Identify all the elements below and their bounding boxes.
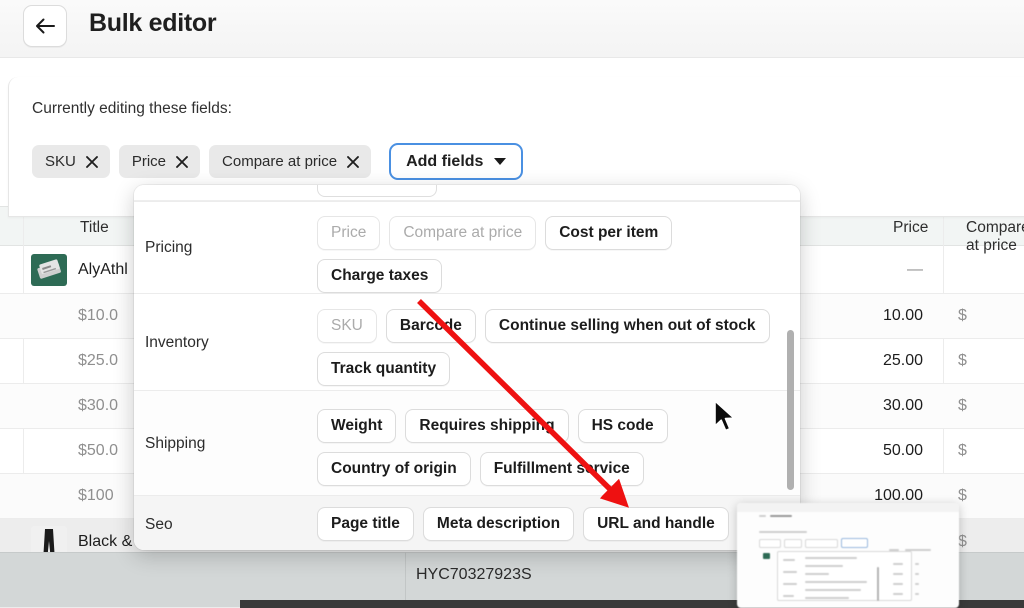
field-option-hs-code[interactable]: HS code <box>577 409 668 443</box>
panel-scrolled-top-edge <box>134 185 800 201</box>
partially-visible-option-button[interactable] <box>317 185 437 197</box>
field-option-continue-selling[interactable]: Continue selling when out of stock <box>484 309 770 343</box>
cell-title: AlyAthl <box>78 261 128 278</box>
cell-price[interactable]: 50.00 <box>843 442 923 460</box>
section-label-shipping: Shipping <box>145 435 206 452</box>
field-option-track-quantity[interactable]: Track quantity <box>317 352 451 386</box>
picture-in-picture-preview[interactable] <box>737 503 959 608</box>
selected-fields-chips: SKU Price Compare at price Add fields <box>32 143 524 180</box>
field-chip-sku[interactable]: SKU <box>32 145 110 178</box>
cell-title: $25.0 <box>78 352 119 369</box>
field-option-price[interactable]: Price <box>317 216 381 250</box>
arrow-left-icon <box>34 17 56 35</box>
chip-label: Compare at price <box>222 153 338 170</box>
cell-compare[interactable]: $ <box>958 533 967 551</box>
sku-value[interactable]: HYC70327923S <box>416 566 532 584</box>
close-icon[interactable] <box>175 155 189 169</box>
field-option-requires-shipping[interactable]: Requires shipping <box>405 409 569 443</box>
dropdown-section-pricing: Pricing Price Compare at price Cost per … <box>134 201 800 293</box>
chevron-down-icon <box>494 158 507 165</box>
cell-title: $10.0 <box>78 307 119 324</box>
section-label-pricing: Pricing <box>145 239 193 256</box>
field-option-compare-at-price[interactable]: Compare at price <box>389 216 537 250</box>
close-icon[interactable] <box>346 155 360 169</box>
product-thumbnail <box>31 254 67 286</box>
top-header-bar: Bulk editor <box>0 0 1024 58</box>
vertical-scrollbar[interactable] <box>787 330 794 490</box>
column-header-price[interactable]: Price <box>893 219 928 237</box>
cell-price[interactable]: — <box>843 261 923 279</box>
field-option-url-and-handle[interactable]: URL and handle <box>583 507 729 541</box>
cell-title: $100 <box>78 487 114 504</box>
editing-fields-label: Currently editing these fields: <box>32 100 232 117</box>
page-title: Bulk editor <box>89 9 217 37</box>
add-fields-dropdown-panel[interactable]: Pricing Price Compare at price Cost per … <box>134 185 800 550</box>
field-option-sku[interactable]: SKU <box>317 309 377 343</box>
chip-label: SKU <box>45 153 76 170</box>
dropdown-section-shipping: Shipping Weight Requires shipping HS cod… <box>134 390 800 495</box>
app-root: Title Price Compare at price AlyAthl — $… <box>0 0 1024 608</box>
section-label-inventory: Inventory <box>145 334 209 351</box>
add-fields-label: Add fields <box>406 152 484 170</box>
mouse-pointer <box>713 400 739 439</box>
add-fields-button[interactable]: Add fields <box>389 143 524 180</box>
table-column-divider <box>405 552 406 600</box>
field-option-cost-per-item[interactable]: Cost per item <box>545 216 673 250</box>
cell-price[interactable]: 10.00 <box>843 307 923 325</box>
chip-label: Price <box>131 153 167 170</box>
cell-title: Black & <box>78 533 133 550</box>
field-option-page-title[interactable]: Page title <box>317 507 414 541</box>
cell-price[interactable]: 25.00 <box>843 352 923 370</box>
column-header-title[interactable]: Title <box>80 219 109 237</box>
field-option-charge-taxes[interactable]: Charge taxes <box>317 259 443 293</box>
cell-compare[interactable]: $ <box>958 487 967 505</box>
field-option-weight[interactable]: Weight <box>317 409 397 443</box>
cell-title: $30.0 <box>78 397 119 414</box>
dropdown-section-seo: Seo Page title Meta description URL and … <box>134 495 800 550</box>
cell-compare[interactable]: $ <box>958 442 967 460</box>
field-option-country-of-origin[interactable]: Country of origin <box>317 452 471 486</box>
field-chip-price[interactable]: Price <box>118 145 201 178</box>
field-chip-compare-at-price[interactable]: Compare at price <box>209 145 372 178</box>
field-option-meta-description[interactable]: Meta description <box>422 507 575 541</box>
dropdown-section-inventory: Inventory SKU Barcode Continue selling w… <box>134 293 800 390</box>
cell-compare[interactable]: $ <box>958 307 967 325</box>
section-label-seo: Seo <box>145 516 173 533</box>
field-option-fulfillment-service[interactable]: Fulfillment service <box>479 452 644 486</box>
cell-compare[interactable]: $ <box>958 352 967 370</box>
field-option-barcode[interactable]: Barcode <box>385 309 476 343</box>
cell-price[interactable]: 30.00 <box>843 397 923 415</box>
cell-title: $50.0 <box>78 442 119 459</box>
back-button[interactable] <box>23 5 67 47</box>
close-icon[interactable] <box>85 155 99 169</box>
cell-compare[interactable]: $ <box>958 397 967 415</box>
